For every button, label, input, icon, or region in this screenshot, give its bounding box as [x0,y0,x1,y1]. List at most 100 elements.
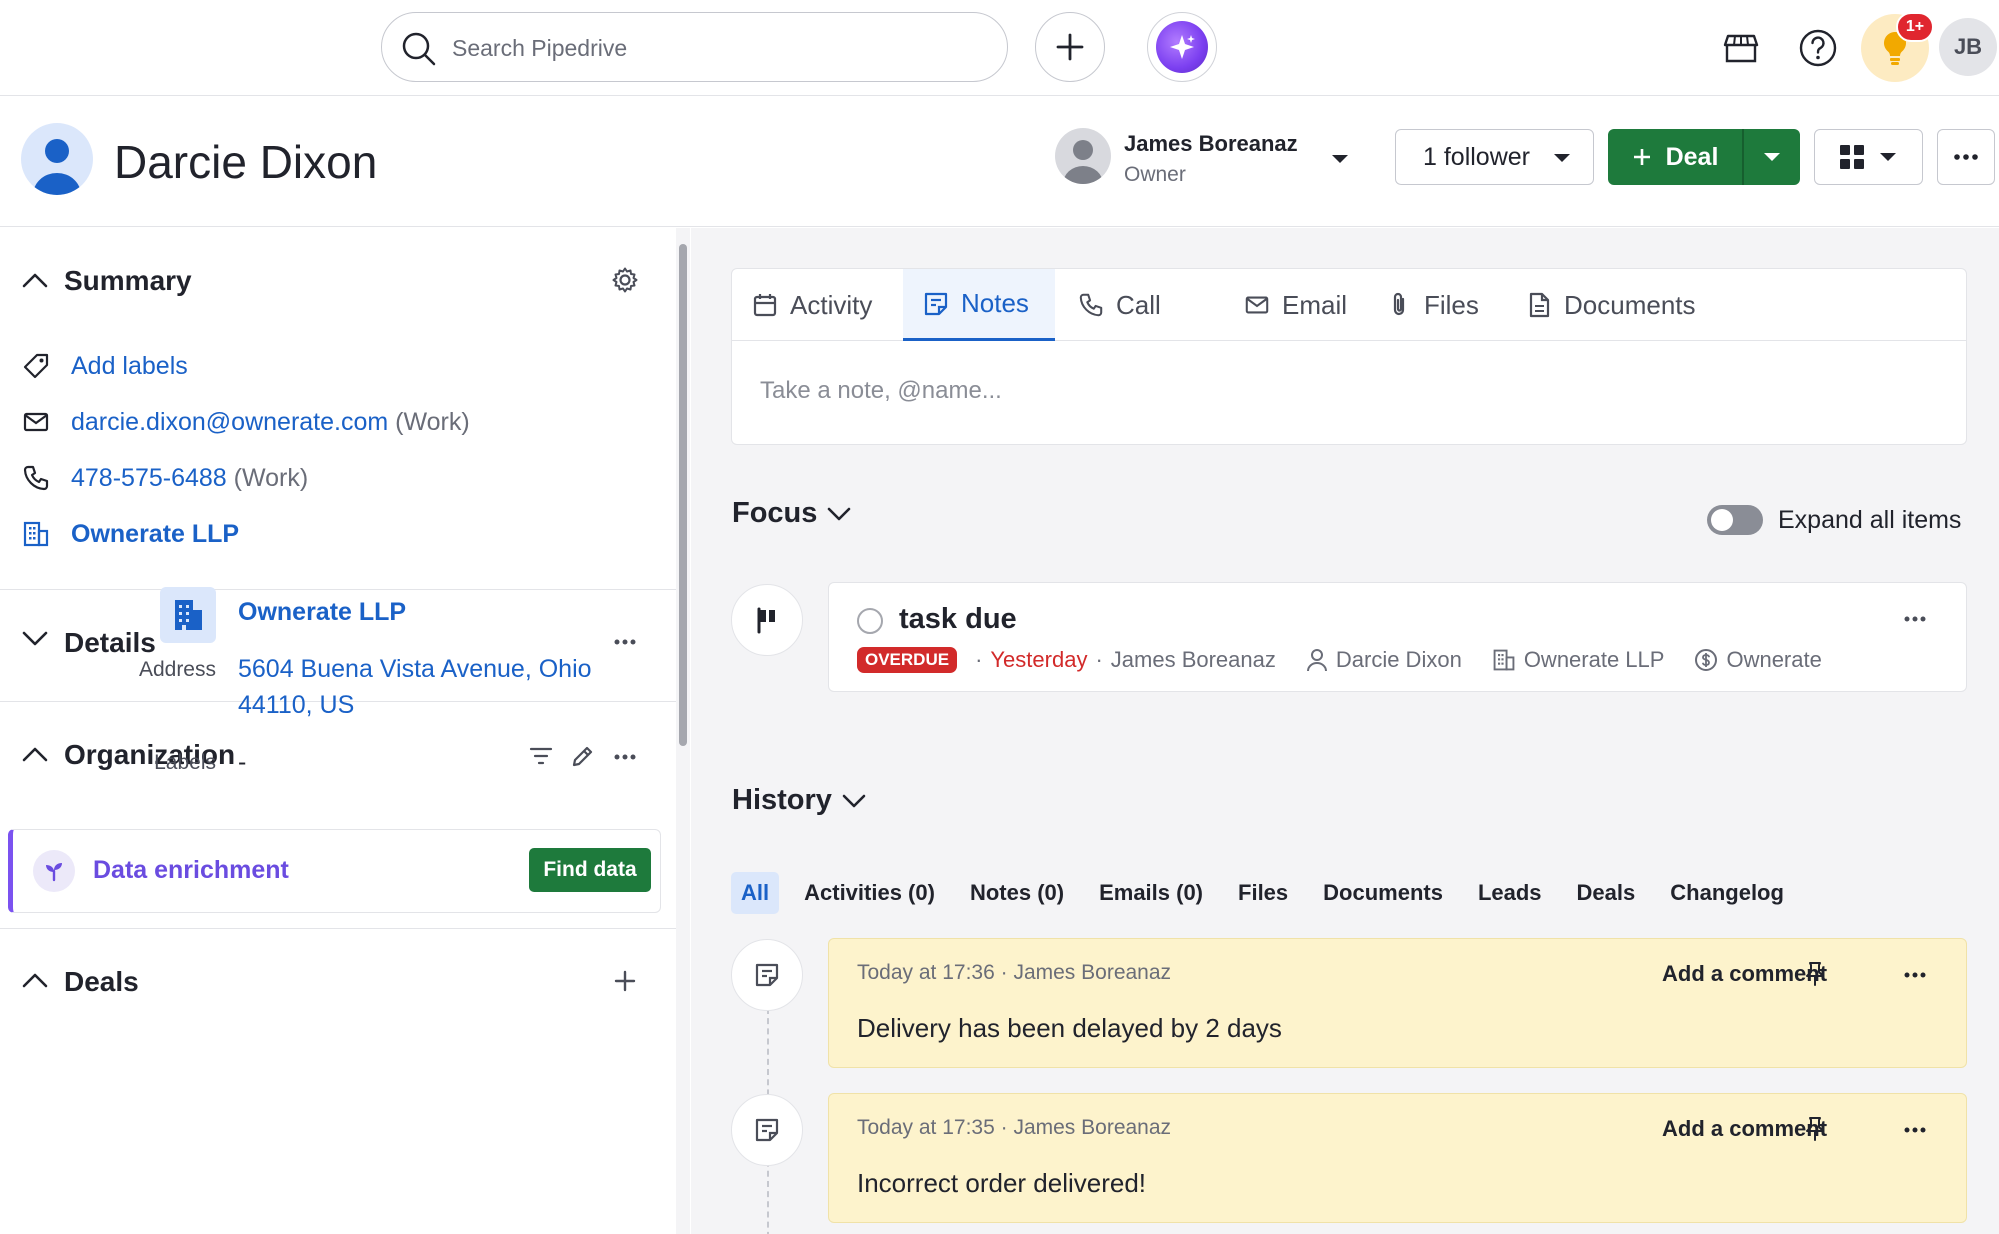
address-link[interactable]: 5604 Buena Vista Avenue, Ohio 44110, US [238,651,592,723]
organization-name-link[interactable]: Ownerate LLP [238,598,406,627]
main-content: Activity Notes Call Email Files Document… [691,228,1999,1234]
history-tab-notes[interactable]: Notes (0) [960,872,1074,914]
owner-name[interactable]: James Boreanaz [1124,131,1298,157]
history-tab-files[interactable]: Files [1228,872,1298,914]
focus-title[interactable]: Focus [732,497,851,530]
plus-icon [1055,32,1085,62]
task-assignee[interactable]: James Boreanaz [1111,647,1276,673]
composer-tabs: Activity Notes Call Email Files Document… [732,269,1966,341]
history-tab-changelog[interactable]: Changelog [1660,872,1794,914]
data-enrichment-label[interactable]: Data enrichment [93,856,289,885]
chevron-down-icon [1553,153,1571,164]
gear-icon[interactable] [611,266,639,294]
note-composer: Activity Notes Call Email Files Document… [731,268,1967,445]
task-meta: OVERDUE · Yesterday · James Boreanaz Dar… [857,647,1822,673]
add-comment-button[interactable]: Add a comment [1662,1116,1827,1142]
sparkle-icon [1156,21,1208,73]
tab-call[interactable]: Call [1078,269,1161,341]
pin-icon[interactable] [1804,961,1826,987]
tab-documents[interactable]: Documents [1526,269,1696,341]
more-icon[interactable] [613,753,637,761]
owner-dropdown-icon[interactable] [1330,153,1350,165]
history-tab-deals[interactable]: Deals [1567,872,1646,914]
task-complete-checkbox[interactable] [857,608,883,634]
paperclip-icon [1386,292,1412,318]
user-avatar[interactable]: JB [1939,18,1997,76]
pin-icon[interactable] [1804,1116,1826,1142]
expand-all-toggle[interactable] [1707,505,1763,535]
marketplace-icon[interactable] [1718,25,1764,71]
tab-notes[interactable]: Notes [903,269,1055,341]
add-comment-button[interactable]: Add a comment [1662,961,1827,987]
tab-files[interactable]: Files [1386,269,1479,341]
document-icon [1526,292,1552,318]
mail-icon [22,408,50,436]
filter-icon[interactable] [529,745,553,767]
chevron-up-icon[interactable] [22,972,48,988]
task-card[interactable]: task due OVERDUE · Yesterday · James Bor… [828,582,1967,692]
deal-dropdown-button[interactable] [1744,129,1800,185]
details-title[interactable]: Details [64,627,156,659]
tab-activity[interactable]: Activity [752,269,872,341]
note-body: Incorrect order delivered! [857,1168,1147,1198]
top-bar: Search Pipedrive 1+ JB [0,0,1999,96]
find-data-button[interactable]: Find data [529,848,651,892]
owner-role: Owner [1124,163,1186,186]
more-icon[interactable] [1903,615,1927,623]
note-body: Delivery has been delayed by 2 days [857,1013,1282,1043]
left-sidebar: Summary Add labels darcie.dixon@ownerate… [0,228,678,1234]
email-type: (Work) [395,408,470,436]
person-header: Darcie Dixon James Boreanaz Owner 1 foll… [0,97,1999,227]
notification-badge: 1+ [1896,12,1934,42]
search-placeholder: Search Pipedrive [452,35,628,61]
history-tab-emails[interactable]: Emails (0) [1089,872,1213,914]
quick-add-button[interactable] [1035,12,1105,82]
note-input[interactable]: Take a note, @name... [760,377,1002,405]
more-icon[interactable] [1903,1126,1927,1134]
ai-assistant-button[interactable] [1147,12,1217,82]
search-input[interactable]: Search Pipedrive [381,12,1008,82]
email-link[interactable]: darcie.dixon@ownerate.com [71,408,388,436]
chevron-up-icon[interactable] [22,272,48,288]
history-tab-documents[interactable]: Documents [1313,872,1453,914]
history-tab-activities[interactable]: Activities (0) [794,872,945,914]
address-label: Address [138,658,216,681]
more-actions-button[interactable] [1937,129,1995,185]
organization-icon [160,587,216,643]
more-icon[interactable] [1903,971,1927,979]
chevron-down-icon[interactable] [22,631,48,647]
summary-title[interactable]: Summary [64,265,192,297]
deals-title[interactable]: Deals [64,966,139,998]
plus-icon [1632,147,1652,167]
note-icon [923,291,949,317]
sidebar-scrollbar-thumb[interactable] [679,244,687,746]
tab-email[interactable]: Email [1244,269,1347,341]
expand-all-label: Expand all items [1778,506,1962,534]
note-card[interactable]: Today at 17:35 · James Boreanaz Add a co… [828,1093,1967,1223]
more-icon[interactable] [613,638,637,646]
person-name: Darcie Dixon [114,136,378,188]
follower-button[interactable]: 1 follower [1395,129,1594,185]
layout-view-button[interactable] [1814,129,1923,185]
flag-icon [731,584,803,656]
add-deal-button[interactable]: Deal [1608,129,1800,185]
person-icon [1306,648,1328,672]
history-tab-leads[interactable]: Leads [1468,872,1552,914]
overdue-badge: OVERDUE [857,647,958,673]
labels-label: Labels [154,751,216,774]
dollar-icon [1694,648,1718,672]
note-card[interactable]: Today at 17:36 · James Boreanaz Add a co… [828,938,1967,1068]
add-labels-link[interactable]: Add labels [71,352,188,381]
history-tab-all[interactable]: All [731,872,780,914]
more-icon [1953,153,1979,161]
help-icon[interactable] [1795,25,1841,71]
pencil-icon[interactable] [571,744,595,768]
chevron-down-icon [1763,152,1781,163]
phone-link[interactable]: 478-575-6488 [71,464,227,492]
add-deal-icon[interactable] [614,970,636,992]
owner-avatar[interactable] [1055,128,1111,184]
history-title[interactable]: History [732,784,866,817]
task-title[interactable]: task due [899,603,1017,636]
sprout-icon [33,850,75,892]
summary-org-link[interactable]: Ownerate LLP [71,520,239,549]
